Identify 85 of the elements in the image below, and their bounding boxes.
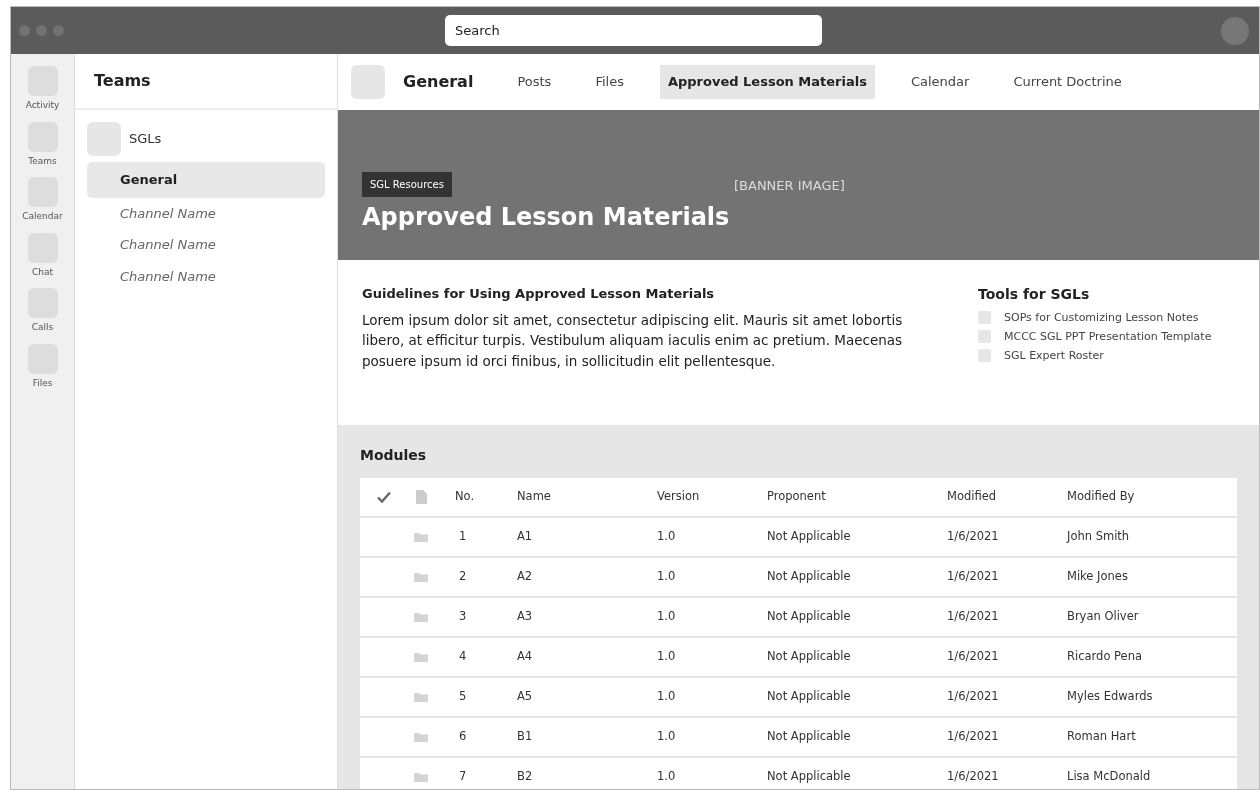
column-header[interactable]: Modified [947,489,997,504]
document-icon [413,489,429,505]
table-cell: 1 [459,529,467,544]
square-bullet-icon [978,349,991,363]
banner-caption: [BANNER IMAGE] [734,177,845,195]
table-cell: 1/6/2021 [947,529,999,544]
table-cell: Bryan Oliver [1067,609,1139,624]
table-cell: 1.0 [657,689,676,704]
table-cell: 1/6/2021 [947,609,999,624]
table-cell: 4 [459,649,467,664]
channel-title: General [403,71,474,93]
table-cell: Not Applicable [767,689,851,704]
rail-label: Teams [28,154,57,168]
column-header[interactable]: Name [517,489,551,504]
table-cell: 1/6/2021 [947,569,999,584]
panel-title: Teams [94,70,151,92]
tool-link[interactable]: SOPs for Customizing Lesson Notes [1004,311,1199,325]
table-cell: Myles Edwards [1067,689,1153,704]
table-cell: 1/6/2021 [947,689,999,704]
table-cell: A2 [517,569,533,584]
table-cell: Roman Hart [1067,729,1136,744]
tab[interactable]: Calendar [902,65,978,99]
table-cell: 2 [459,569,467,584]
table-cell: 7 [459,769,467,784]
rail-label: Calendar [22,210,63,223]
table-cell: 1.0 [657,769,676,784]
tab[interactable]: Files [587,65,632,99]
table-cell: 1/6/2021 [947,729,999,744]
table-cell: 1/6/2021 [947,769,999,784]
channel-item[interactable]: Channel Name [87,260,325,292]
table-cell: B1 [517,729,533,744]
table-cell: 1/6/2021 [947,649,999,664]
search-field[interactable]: Search [445,15,822,46]
table-cell: B2 [517,769,533,784]
table-cell: Lisa McDonald [1067,769,1151,784]
table-cell: Mike Jones [1067,569,1128,584]
section-title: Guidelines for Using Approved Lesson Materials [362,285,716,303]
column-header[interactable]: No. [455,489,475,504]
table-cell: Not Applicable [767,609,851,624]
square-bullet-icon [978,330,991,344]
table-cell: Not Applicable [767,529,851,544]
banner-title: Approved Lesson Materials [362,203,731,232]
banner-tag: SGL Resources [362,172,452,198]
table-cell: A3 [517,609,533,624]
channel-icon [351,65,385,99]
checkmark-icon [376,489,392,505]
rail-label: Chat [31,265,53,279]
column-header[interactable]: Version [657,489,700,504]
column-header[interactable]: Modified By [1067,489,1135,504]
tool-link[interactable]: MCCC SGL PPT Presentation Template [1004,330,1212,344]
column-header[interactable]: Proponent [767,489,826,504]
rail-label: Files [32,376,53,390]
rail-label: Calls [31,321,54,334]
channel-item[interactable]: Channel Name [87,229,325,261]
table-cell: Not Applicable [767,769,851,784]
table-cell: A1 [517,529,533,544]
square-bullet-icon [978,311,991,325]
table-cell: John Smith [1067,529,1130,544]
table-cell: 1.0 [657,569,676,584]
table-cell: 3 [459,609,467,624]
team-icon [87,122,121,156]
team-name[interactable]: SGLs [129,129,162,149]
table-cell: A5 [517,689,533,704]
table-cell: Not Applicable [767,729,851,744]
tool-link[interactable]: SGL Expert Roster [1004,349,1104,363]
table-cell: 1.0 [657,729,676,744]
table-cell: Not Applicable [767,649,851,664]
section-title: Tools for SGLs [978,285,1091,304]
tab[interactable]: Current Doctrine [1005,65,1130,99]
tab[interactable]: Approved Lesson Materials [659,65,875,99]
table-cell: 6 [459,729,467,744]
avatar[interactable] [1221,16,1249,45]
channel-item[interactable]: Channel Name [87,197,325,229]
guidelines-text: Lorem ipsum dolor sit amet, consectetur adipiscing elit. Mauris sit amet lobortis libero, at efficitur turpis. Vestibulum aliquam iaculis enim ac pretium. Maecenas posuere ipsum id orci finibus, in sollicitudin elit pellentesque. [362,310,904,372]
table-cell: 1.0 [657,649,676,664]
tab[interactable]: Posts [509,65,560,99]
table-cell: Ricardo Pena [1067,649,1142,664]
channel-item[interactable]: General [87,162,325,198]
table-cell: Not Applicable [767,569,851,584]
table-cell: A4 [517,649,533,664]
section-title: Modules [360,446,428,465]
table-cell: 5 [459,689,467,704]
table-cell: 1.0 [657,609,676,624]
table-cell: 1.0 [657,529,676,544]
rail-label: Activity [25,99,60,112]
